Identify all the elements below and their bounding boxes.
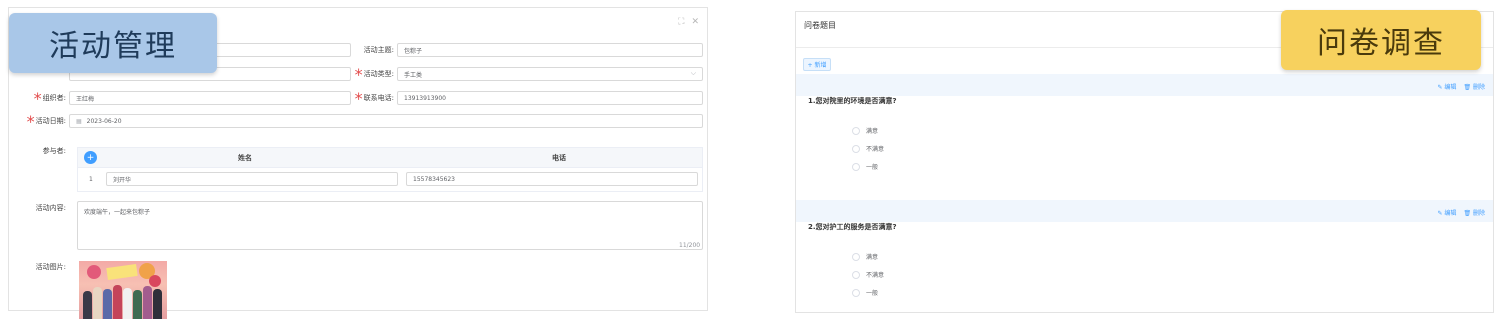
participants-label: 参与者: — [42, 147, 66, 155]
radio-circle[interactable] — [852, 144, 860, 153]
option-label: 不满意 — [866, 272, 885, 279]
required-mark: * — [26, 111, 35, 131]
option-label: 一般 — [866, 164, 879, 171]
edit-button[interactable]: ✎ 编辑 — [1437, 82, 1456, 91]
phone-label: 联系电话: — [363, 94, 394, 102]
option-label: 一般 — [866, 290, 879, 297]
type-value: 手工类 — [404, 71, 423, 79]
window-controls: ⛶ ✕ — [678, 17, 699, 27]
edit-button[interactable]: ✎ 编辑 — [1437, 208, 1456, 217]
column-phone: 电话 — [552, 154, 566, 162]
required-mark: * — [354, 88, 363, 108]
topic-label: 活动主题: — [363, 46, 394, 54]
organizer-value: 王红梅 — [76, 95, 95, 103]
fullscreen-icon[interactable]: ⛶ — [678, 17, 684, 27]
question-actions: ✎ 编辑 🗑 删除 — [1437, 82, 1485, 91]
content-label-row: 活动内容: — [13, 201, 66, 215]
type-select[interactable]: 手工类 ⌵ — [397, 67, 703, 81]
column-name: 姓名 — [238, 154, 252, 162]
option-label: 满意 — [866, 254, 879, 261]
activity-photo[interactable] — [79, 261, 167, 319]
option-radio[interactable]: 满意 — [852, 126, 878, 135]
option-radio[interactable]: 满意 — [852, 252, 878, 261]
type-label-row: * 活动类型: — [354, 64, 394, 84]
questionnaire-title: 问卷题目 — [804, 21, 836, 30]
phone-value: 13913913900 — [404, 94, 446, 102]
radio-circle[interactable] — [852, 252, 860, 261]
participants-label-row: 参与者: — [13, 144, 66, 158]
table-row: 1 刘开华 15578345623 — [78, 168, 702, 192]
required-mark: * — [33, 88, 42, 108]
option-label: 满意 — [866, 128, 879, 135]
delete-icon: 🗑 — [1463, 84, 1472, 91]
required-mark: * — [354, 64, 363, 84]
date-value: 2023-06-20 — [86, 117, 122, 125]
radio-circle[interactable] — [852, 288, 860, 297]
close-icon[interactable]: ✕ — [691, 17, 699, 27]
activity-management-tag-label: 活动管理 — [49, 29, 177, 64]
radio-circle[interactable] — [852, 270, 860, 279]
topic-value: 包粽子 — [404, 47, 423, 55]
delete-button[interactable]: 🗑 删除 — [1463, 82, 1485, 91]
activity-management-tag: 活动管理 — [9, 13, 217, 73]
question-header-bar: ✎ 编辑 🗑 删除 — [796, 74, 1493, 96]
photo-label: 活动图片: — [35, 263, 66, 271]
photo-label-row: 活动图片: — [13, 260, 66, 274]
chevron-down-icon: ⌵ — [690, 69, 696, 77]
radio-circle[interactable] — [852, 126, 860, 135]
phone-input[interactable]: 13913913900 — [397, 91, 703, 105]
edit-label: 编辑 — [1444, 210, 1457, 217]
delete-label: 删除 — [1472, 210, 1485, 217]
organizer-input[interactable]: 王红梅 — [69, 91, 351, 105]
phone-label-row: * 联系电话: — [354, 88, 394, 108]
question-text: 1.您对院里的环境是否满意? — [808, 97, 897, 105]
type-label: 活动类型: — [363, 70, 394, 78]
delete-icon: 🗑 — [1463, 210, 1472, 217]
participant-name: 刘开华 — [113, 176, 132, 184]
add-participant-label: + — [86, 152, 95, 163]
date-label-row: * 活动日期: — [13, 111, 66, 131]
edit-icon: ✎ — [1437, 210, 1443, 217]
organizer-label-row: * 组织者: — [13, 88, 66, 108]
calendar-icon: ▦ — [76, 117, 82, 125]
topic-label-row: 活动主题: — [354, 43, 394, 57]
participant-name-input[interactable]: 刘开华 — [106, 172, 398, 186]
question-actions: ✎ 编辑 🗑 删除 — [1437, 208, 1485, 217]
question-header-bar: ✎ 编辑 🗑 删除 — [796, 200, 1493, 222]
participants-table: + 姓名 电话 1 刘开华 15578345623 — [77, 147, 703, 192]
option-radio[interactable]: 一般 — [852, 162, 878, 171]
row-index: 1 — [89, 176, 93, 183]
organizer-label: 组织者: — [42, 94, 66, 102]
add-question-label: + 新增 — [807, 62, 827, 69]
edit-label: 编辑 — [1444, 84, 1457, 91]
option-radio[interactable]: 不满意 — [852, 270, 884, 279]
option-label: 不满意 — [866, 146, 885, 153]
content-textarea[interactable]: 欢度端午，一起来包粽子 — [77, 201, 703, 250]
content-char-count: 11/200 — [679, 242, 701, 249]
edit-icon: ✎ — [1437, 84, 1443, 91]
add-participant-button[interactable]: + — [84, 151, 97, 164]
participant-phone: 15578345623 — [413, 175, 455, 183]
add-question-button[interactable]: + 新增 — [803, 58, 831, 71]
option-radio[interactable]: 不满意 — [852, 144, 884, 153]
date-label: 活动日期: — [35, 117, 66, 125]
option-radio[interactable]: 一般 — [852, 288, 878, 297]
content-label: 活动内容: — [35, 204, 66, 212]
questionnaire-tag: 问卷调查 — [1281, 10, 1481, 70]
delete-label: 删除 — [1472, 84, 1485, 91]
question-text: 2.您对护工的服务是否满意? — [808, 223, 897, 231]
participant-phone-input[interactable]: 15578345623 — [406, 172, 698, 186]
participants-table-header: + 姓名 电话 — [78, 148, 702, 168]
date-picker[interactable]: ▦ 2023-06-20 — [69, 114, 703, 128]
questionnaire-tag-label: 问卷调查 — [1317, 26, 1445, 61]
topic-input[interactable]: 包粽子 — [397, 43, 703, 57]
delete-button[interactable]: 🗑 删除 — [1463, 208, 1485, 217]
radio-circle[interactable] — [852, 162, 860, 171]
